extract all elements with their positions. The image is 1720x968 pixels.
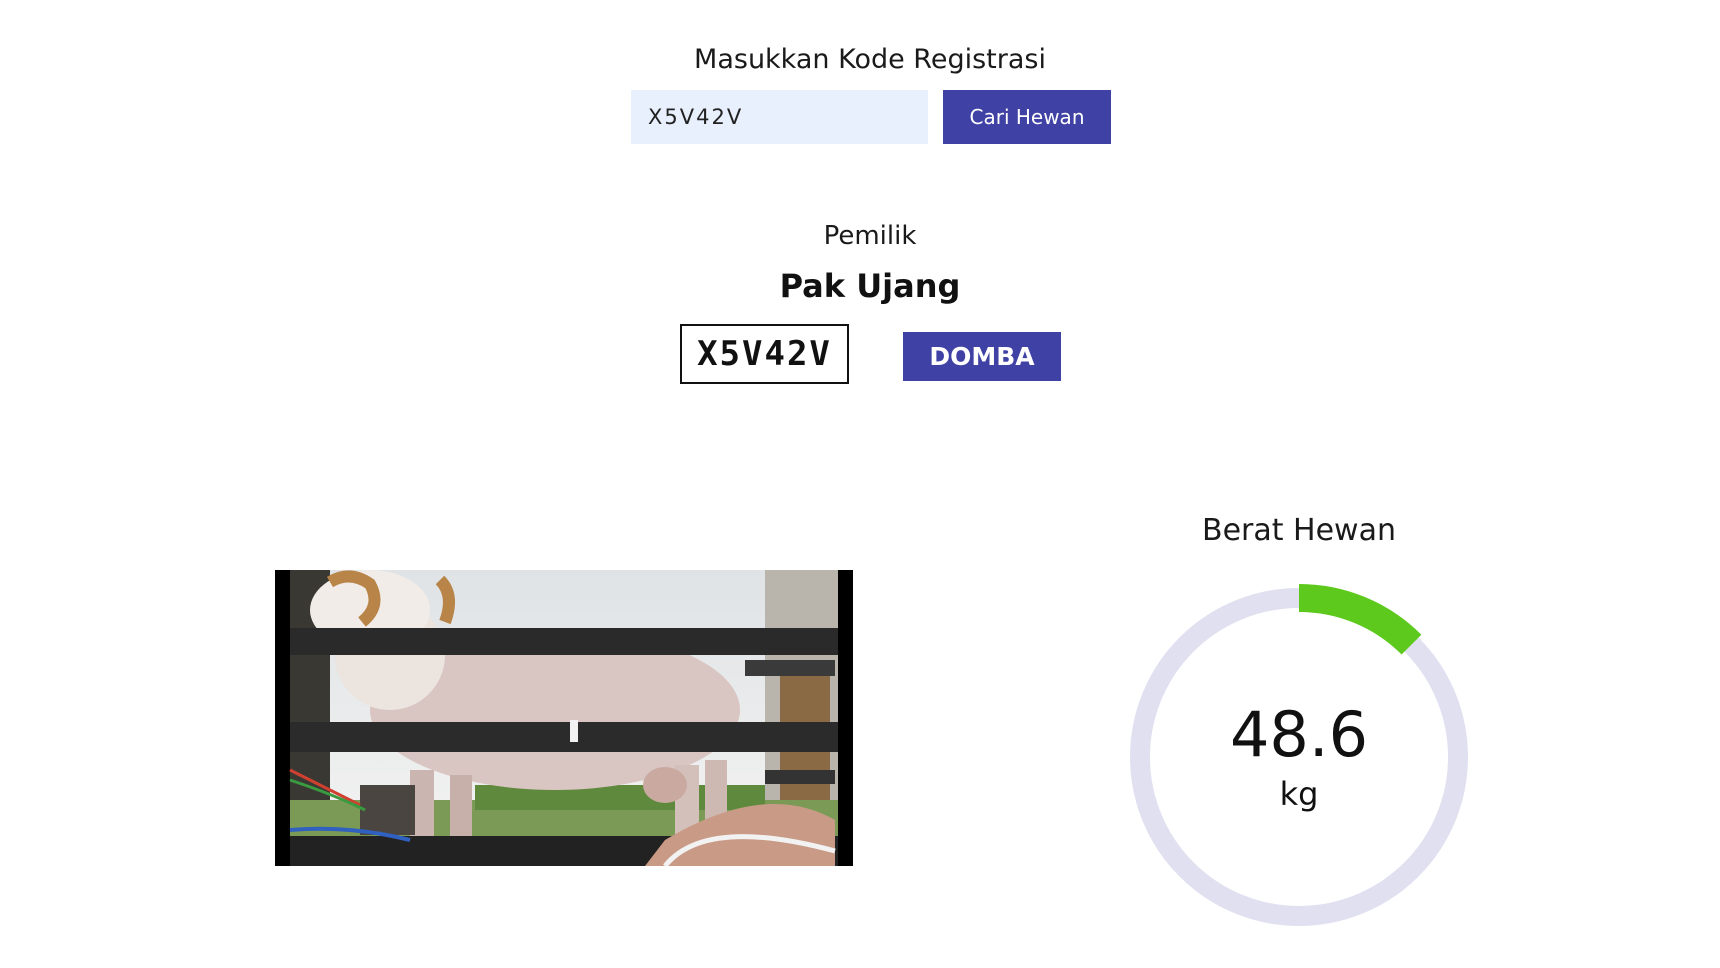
weight-title: Berat Hewan — [1201, 513, 1396, 548]
animal-code-badge: X5V42V — [680, 324, 849, 384]
weighing-page: Masukkan Kode Registrasi Cari Hewan Pemi… — [0, 0, 1720, 968]
search-animal-button[interactable]: Cari Hewan — [943, 90, 1111, 144]
registration-label: Masukkan Kode Registrasi — [694, 44, 1046, 75]
weight-value: 48.6 — [1229, 698, 1369, 771]
animal-type-badge: DOMBA — [903, 332, 1061, 381]
weight-unit: kg — [1279, 775, 1319, 813]
registration-code-input[interactable] — [631, 90, 928, 144]
camera-feed — [275, 570, 853, 866]
camera-feed-image — [289, 570, 838, 866]
weight-gauge: 48.6 kg — [1125, 583, 1473, 931]
owner-label: Pemilik — [823, 221, 917, 251]
owner-name: Pak Ujang — [779, 267, 961, 305]
